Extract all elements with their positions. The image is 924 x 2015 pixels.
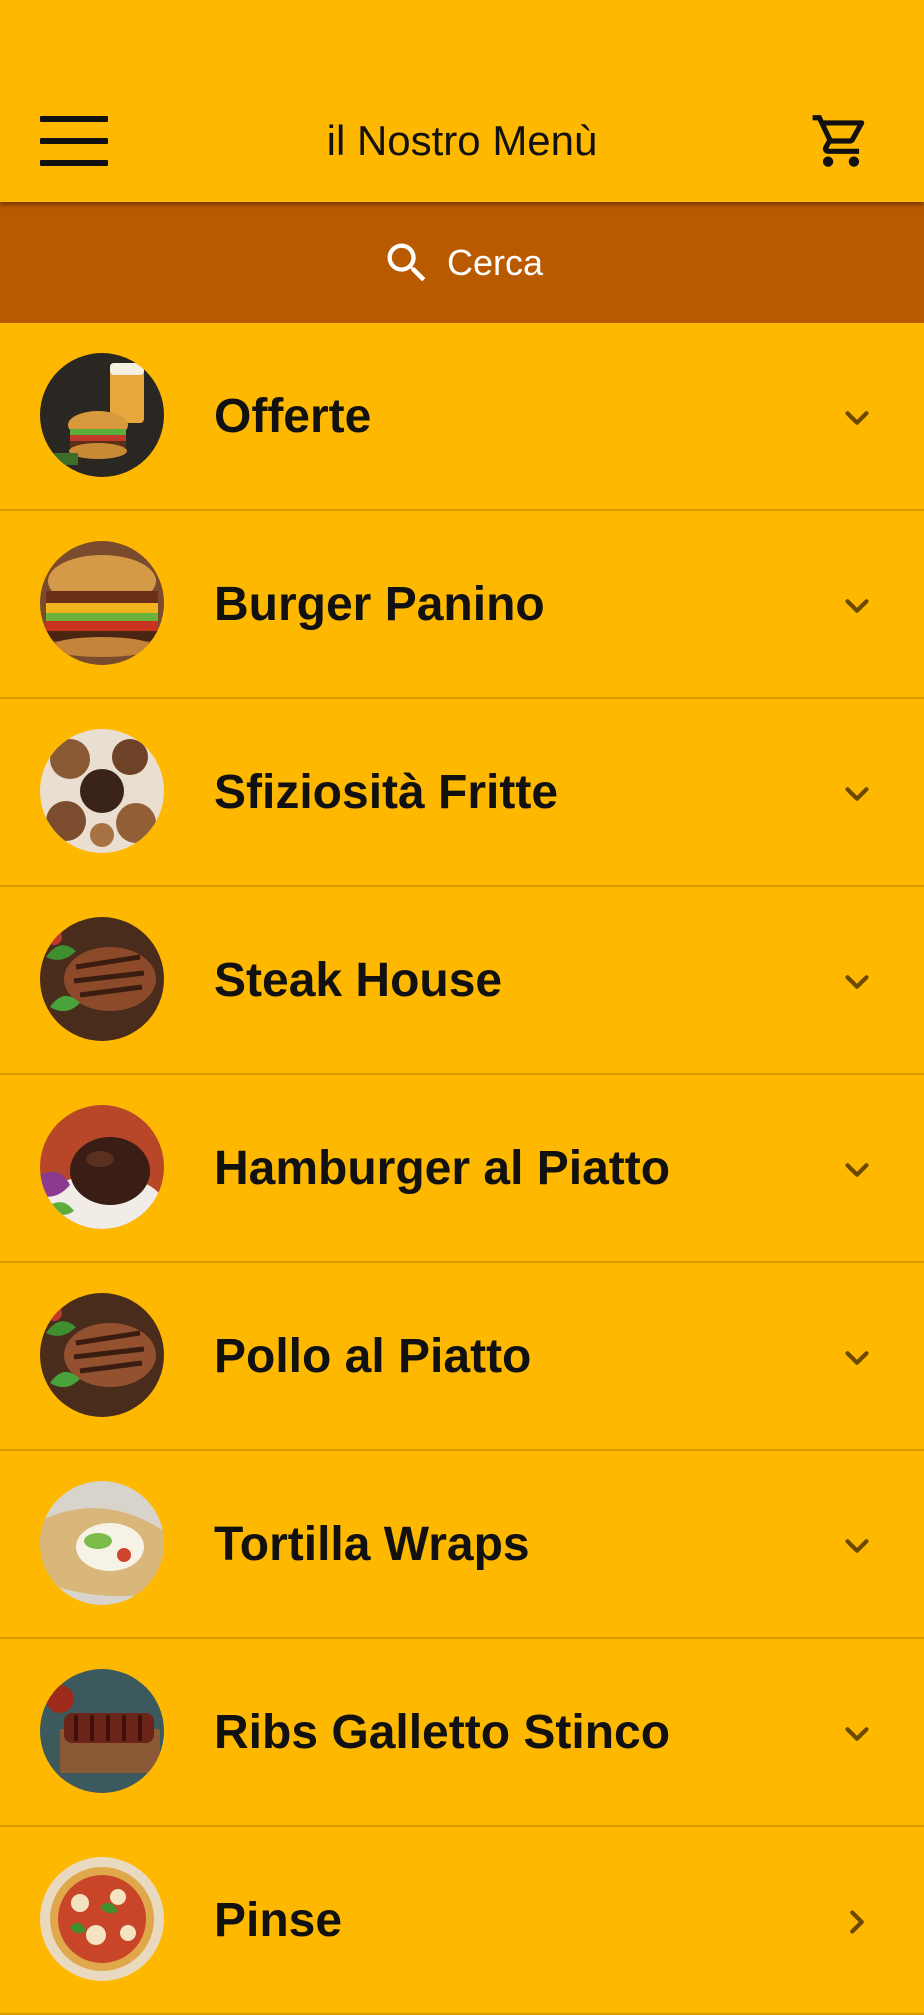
chevron-down-icon[interactable] bbox=[838, 1151, 876, 1189]
app-bar: il Nostro Menù bbox=[0, 80, 924, 202]
tortilla-wrap-thumbnail bbox=[40, 1481, 164, 1605]
chevron-down-icon[interactable] bbox=[838, 587, 876, 625]
chevron-down-icon[interactable] bbox=[838, 963, 876, 1001]
category-label: Offerte bbox=[214, 390, 372, 443]
category-label: Steak House bbox=[214, 954, 503, 1007]
chevron-down-icon[interactable] bbox=[838, 1715, 876, 1753]
category-label: Tortilla Wraps bbox=[214, 1518, 530, 1571]
category-item-burger-panino[interactable]: Burger Panino bbox=[0, 511, 924, 699]
chevron-right-icon[interactable] bbox=[838, 1903, 876, 1941]
bacon-cheeseburger-thumbnail bbox=[40, 541, 164, 665]
category-label: Sfiziosità Fritte bbox=[214, 766, 559, 819]
category-item-pinse[interactable]: Pinse bbox=[0, 1827, 924, 2015]
search-label: Cerca bbox=[446, 241, 544, 283]
grilled-steak-thumbnail bbox=[40, 917, 164, 1041]
category-item-steak-house[interactable]: Steak House bbox=[0, 887, 924, 1075]
category-label: Pinse bbox=[214, 1894, 343, 1947]
chevron-down-icon[interactable] bbox=[838, 775, 876, 813]
category-item-hamburger-al-piatto[interactable]: Hamburger al Piatto bbox=[0, 1075, 924, 1263]
pizza-thumbnail bbox=[40, 1857, 164, 1981]
bbq-ribs-thumbnail bbox=[40, 1669, 164, 1793]
category-label: Hamburger al Piatto bbox=[214, 1142, 671, 1195]
grilled-meat-plate-thumbnail bbox=[40, 1293, 164, 1417]
chevron-down-icon[interactable] bbox=[838, 1527, 876, 1565]
category-item-ribs-galletto-stinco[interactable]: Ribs Galletto Stinco bbox=[0, 1639, 924, 1827]
shopping-cart-icon[interactable] bbox=[810, 110, 872, 172]
category-item-pollo-al-piatto[interactable]: Pollo al Piatto bbox=[0, 1263, 924, 1451]
category-label: Ribs Galletto Stinco bbox=[214, 1706, 671, 1759]
fried-snacks-thumbnail bbox=[40, 729, 164, 853]
chevron-down-icon[interactable] bbox=[838, 399, 876, 437]
category-item-offerte[interactable]: Offerte bbox=[0, 323, 924, 511]
chevron-down-icon[interactable] bbox=[838, 1339, 876, 1377]
burger-with-beer-thumbnail bbox=[40, 353, 164, 477]
hamburger-patty-plate-thumbnail bbox=[40, 1105, 164, 1229]
category-list: Offerte Burger Panino Sfiziosità Fritte … bbox=[0, 323, 924, 2015]
category-label: Pollo al Piatto bbox=[214, 1330, 532, 1383]
search-icon bbox=[387, 243, 426, 281]
search-button[interactable]: Cerca bbox=[0, 202, 924, 323]
category-label: Burger Panino bbox=[214, 578, 545, 631]
category-item-sfiziosita-fritte[interactable]: Sfiziosità Fritte bbox=[0, 699, 924, 887]
status-bar bbox=[0, 0, 924, 80]
category-item-tortilla-wraps[interactable]: Tortilla Wraps bbox=[0, 1451, 924, 1639]
page-title: il Nostro Menù bbox=[326, 117, 598, 164]
